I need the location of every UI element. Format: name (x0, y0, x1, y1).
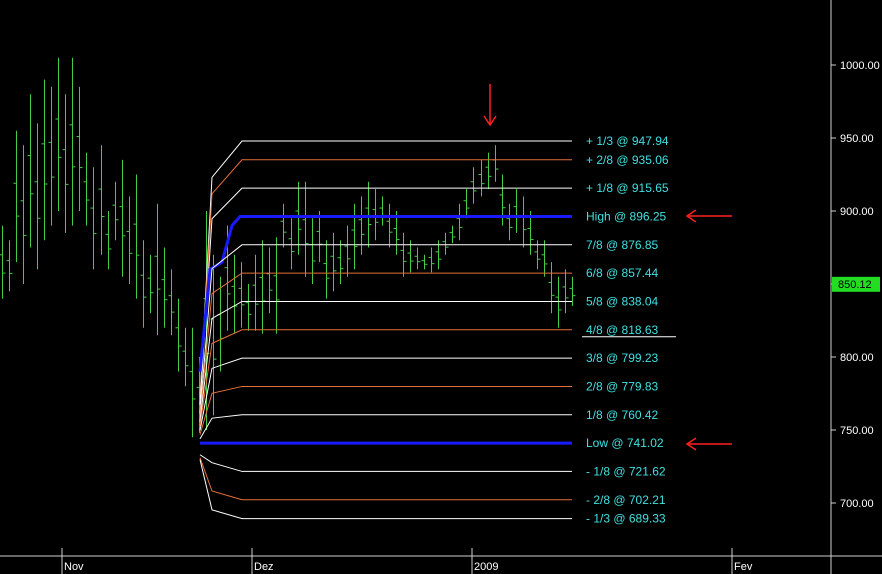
level-label: 6/8 @ 857.44 (586, 266, 659, 280)
level-label: - 1/8 @ 721.62 (586, 464, 666, 478)
chart-svg: + 1/3 @ 947.94 + 2/8 @ 935.06 + 1/8 @ 915.… (0, 0, 882, 574)
y-tick-label: 950.00 (840, 133, 874, 145)
y-tick-label: 900.00 (840, 206, 874, 218)
level-label: 4/8 @ 818.63 (586, 323, 659, 337)
y-tick-label: 1000.00 (840, 60, 880, 72)
level-label: 1/8 @ 760.42 (586, 408, 659, 422)
level-label: 2/8 @ 779.83 (586, 379, 659, 393)
last-price-label: 850.12 (838, 279, 872, 291)
plot-background (0, 0, 882, 574)
y-tick-label: 750.00 (840, 425, 874, 437)
level-label: + 1/3 @ 947.94 (586, 134, 669, 148)
level-label: - 2/8 @ 702.21 (586, 493, 666, 507)
level-label: 3/8 @ 799.23 (586, 351, 659, 365)
x-tick-label: Nov (64, 561, 84, 573)
level-label: + 2/8 @ 935.06 (586, 153, 669, 167)
level-label: - 1/3 @ 689.33 (586, 512, 666, 526)
x-tick-label: Dez (254, 561, 274, 573)
level-label: High @ 896.25 (586, 209, 667, 223)
y-tick-label: 800.00 (840, 352, 874, 364)
x-tick-label: Fev (734, 561, 753, 573)
level-label: Low @ 741.02 (586, 436, 664, 450)
x-tick-label: 2009 (474, 561, 498, 573)
level-label: 7/8 @ 876.85 (586, 238, 659, 252)
y-tick-label: 700.00 (840, 498, 874, 510)
level-label: 5/8 @ 838.04 (586, 294, 659, 308)
level-label: + 1/8 @ 915.65 (586, 181, 669, 195)
